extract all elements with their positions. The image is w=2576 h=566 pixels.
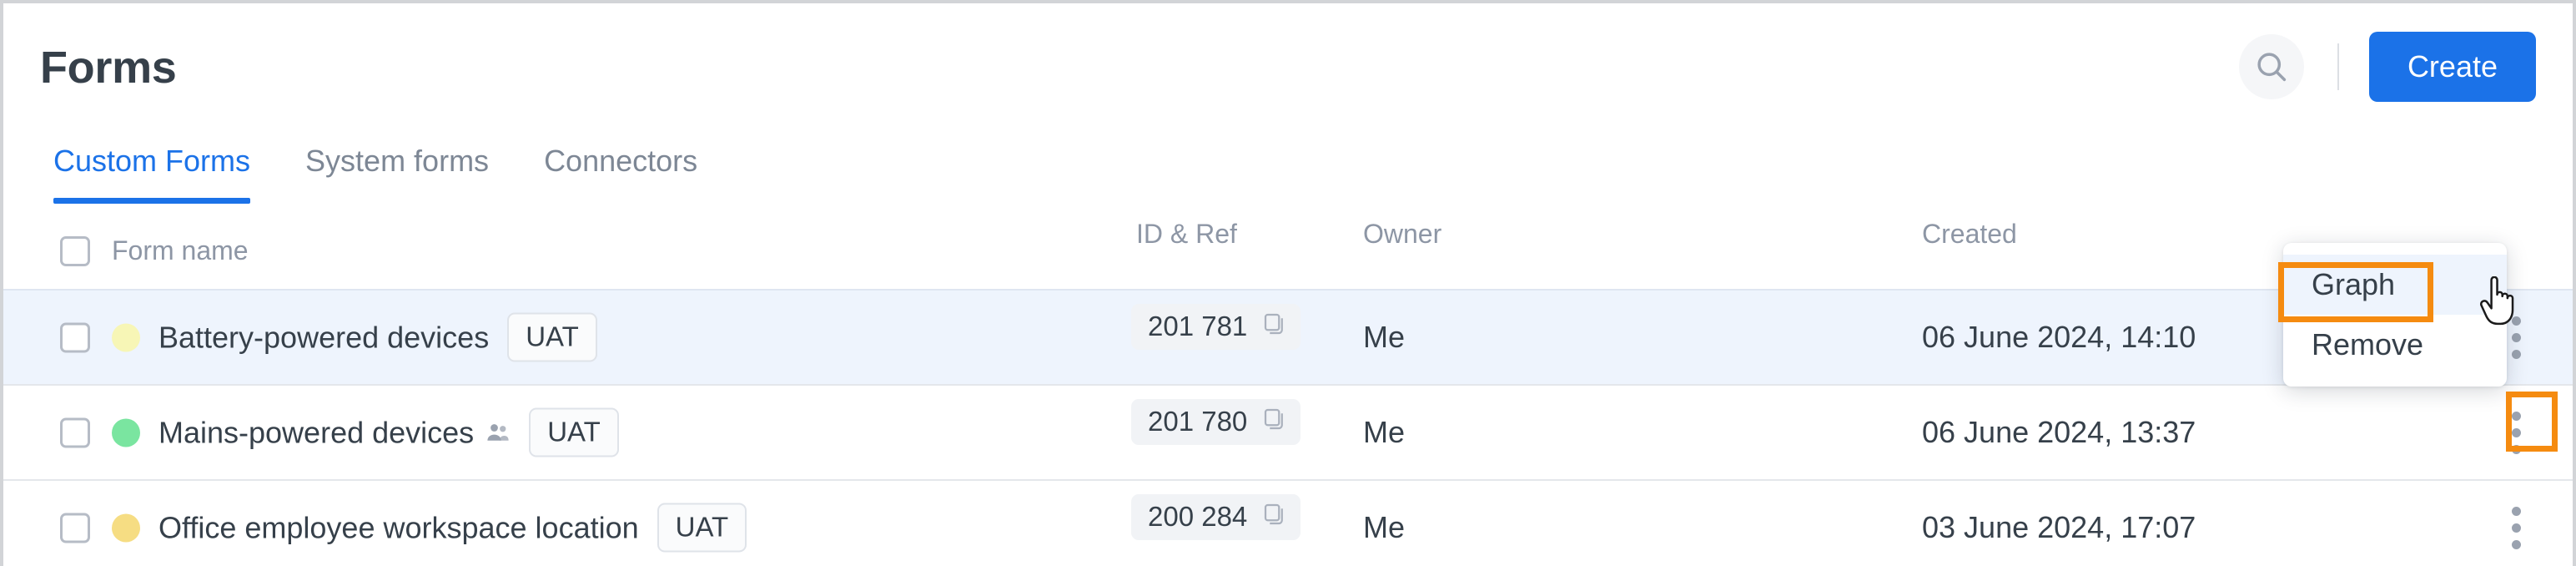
ref-value: — [1136,562,1301,566]
search-button[interactable] [2238,34,2304,99]
column-header-form-name: Form name [112,235,249,265]
forms-table: Form name ID & Ref Owner Created Battery… [3,209,2573,566]
created-value: 03 June 2024, 17:07 [1922,510,2196,544]
environment-tag: UAT [529,407,619,457]
select-all-checkbox[interactable] [60,235,90,266]
header-actions: Create [2238,32,2536,102]
copy-icon[interactable] [1262,311,1287,341]
environment-tag: UAT [657,503,747,553]
id-value: 201 780 [1148,406,1248,437]
copy-icon[interactable] [1262,407,1287,436]
created-value: 06 June 2024, 13:37 [1922,415,2196,449]
page-header: Forms Create [3,3,2573,137]
table-row[interactable]: Office employee workspace location UAT 2… [3,479,2573,566]
id-badge[interactable]: 200 284 [1131,494,1301,540]
table-row[interactable]: Mains-powered devices UAT 201 780 Me 06 … [3,384,2573,495]
create-button[interactable]: Create [2368,32,2536,102]
form-name[interactable]: Battery-powered devices [158,320,489,355]
row-name-cell: Office employee workspace location UAT [60,503,747,553]
row-name-cell: Mains-powered devices UAT [60,407,619,457]
environment-tag: UAT [507,312,597,362]
created-value: 06 June 2024, 14:10 [1922,320,2196,354]
row-checkbox[interactable] [60,513,90,543]
column-header-id-ref: ID & Ref [1136,219,1237,249]
column-header-created: Created [1922,219,2017,249]
form-name[interactable]: Mains-powered devices [158,415,474,450]
row-actions-menu-button[interactable] [2498,502,2534,553]
tab-system-forms[interactable]: System forms [305,137,489,204]
id-badge[interactable]: 201 780 [1131,399,1301,445]
form-name[interactable]: Office employee workspace location [158,510,639,545]
page-title: Forms [40,43,177,93]
mouse-cursor [2478,275,2523,332]
id-badge[interactable]: 201 781 [1131,304,1301,350]
row-id-cell: 200 284 — [1131,494,1301,566]
row-name-cell: Battery-powered devices UAT [60,312,597,362]
copy-icon[interactable] [1262,502,1287,531]
tab-connectors[interactable]: Connectors [544,137,697,204]
owner-value: Me [1363,510,1406,544]
table-row[interactable]: Battery-powered devices UAT 201 781 — Me… [3,289,2573,400]
table-header-name: Form name [60,235,249,266]
menu-item-graph[interactable]: Graph [2283,255,2507,315]
tab-custom-forms[interactable]: Custom Forms [53,137,251,204]
id-value: 201 781 [1148,311,1248,341]
menu-item-remove[interactable]: Remove [2283,315,2507,375]
tab-bar: Custom Forms System forms Connectors [3,137,2573,212]
owner-value: Me [1363,320,1406,354]
shared-users-icon [486,420,511,445]
search-icon [2253,48,2290,85]
status-dot [112,418,140,447]
row-actions-menu-button[interactable] [2498,407,2534,458]
forms-page: Forms Create Custom Forms System forms C… [0,0,2576,566]
id-value: 200 284 [1148,501,1248,532]
row-context-menu: Graph Remove [2283,243,2507,387]
owner-value: Me [1363,415,1406,449]
status-dot [112,513,140,542]
column-header-owner: Owner [1363,219,1442,249]
row-checkbox[interactable] [60,322,90,352]
row-checkbox[interactable] [60,417,90,447]
status-dot [112,323,140,351]
header-divider [2337,43,2339,90]
